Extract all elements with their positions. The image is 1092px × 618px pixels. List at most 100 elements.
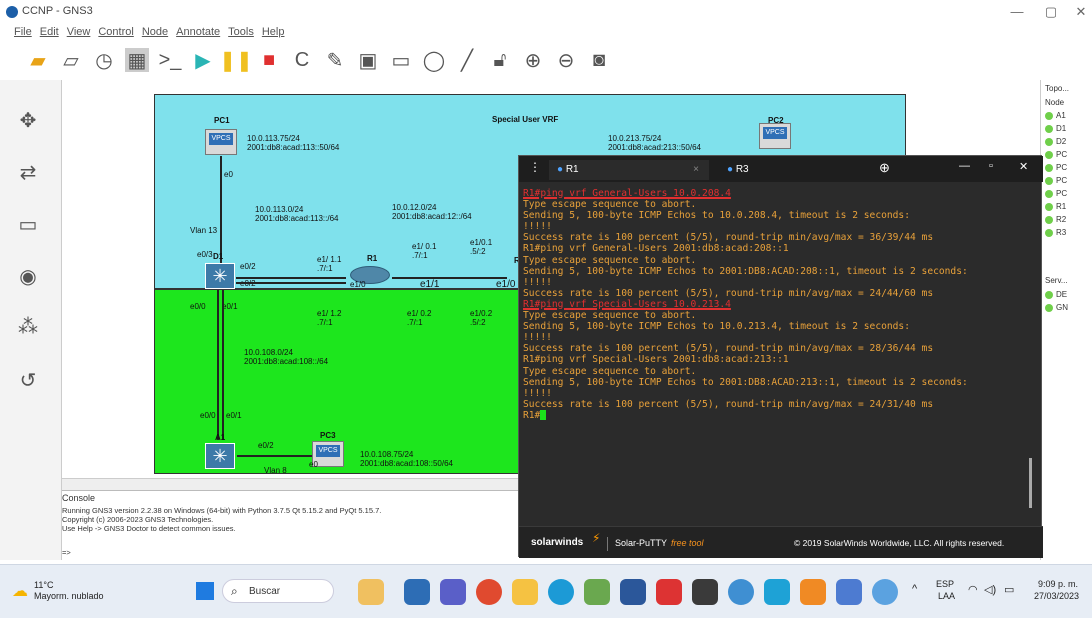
switches-icon[interactable]: ⇄ bbox=[10, 154, 46, 190]
pc1-ipv6: 2001:db8:acad:113::50/64 bbox=[247, 143, 340, 152]
app-icon-widgets[interactable] bbox=[358, 579, 384, 605]
menu-help[interactable]: Help bbox=[262, 26, 285, 38]
app-icon-chrome[interactable] bbox=[476, 579, 502, 605]
language-indicator[interactable]: ESP bbox=[936, 579, 954, 589]
topology-node-item[interactable]: R1 bbox=[1045, 202, 1066, 211]
link-d1-r1 bbox=[236, 277, 346, 279]
vpcs-label: VPCS bbox=[763, 127, 787, 139]
folder-icon[interactable]: ▱ bbox=[59, 48, 83, 72]
topology-node-item[interactable]: R3 bbox=[1045, 228, 1066, 237]
pc1-name: PC1 bbox=[214, 116, 230, 125]
d1-switch-node[interactable]: ✳ bbox=[205, 263, 235, 289]
zoom-out-icon[interactable]: ⊖ bbox=[554, 48, 578, 72]
start-windows-icon[interactable] bbox=[196, 582, 214, 600]
close-tab-icon[interactable]: × bbox=[693, 160, 699, 180]
tab-r1[interactable]: ● R1 × bbox=[549, 160, 709, 180]
grid-icon[interactable]: ▦ bbox=[125, 48, 149, 72]
tab-r3[interactable]: ● R3 bbox=[719, 160, 874, 180]
battery-icon[interactable]: ▭ bbox=[1004, 583, 1014, 596]
play-icon[interactable]: ▶ bbox=[191, 48, 215, 72]
menu-tools[interactable]: Tools bbox=[228, 26, 254, 38]
topology-node-item[interactable]: PC bbox=[1045, 163, 1067, 172]
menu-node[interactable]: Node bbox=[142, 26, 168, 38]
terminal-output[interactable]: R1#ping vrf General-Users 10.0.208.4 Type… bbox=[523, 188, 1023, 518]
app-icon-terminal[interactable] bbox=[692, 579, 718, 605]
app-icon-pdf[interactable] bbox=[656, 579, 682, 605]
terminal-line: Sending 5, 100-byte ICMP Echos to 2001:D… bbox=[523, 265, 968, 277]
clock-icon[interactable]: ◷ bbox=[92, 48, 116, 72]
menu-view[interactable]: View bbox=[67, 26, 91, 38]
lock-icon[interactable]: 🔓︎ bbox=[488, 48, 512, 72]
a1-name: A1 bbox=[215, 433, 226, 442]
app-icon-store[interactable] bbox=[584, 579, 610, 605]
wifi-icon[interactable]: ◠ bbox=[968, 583, 978, 596]
topology-node-item[interactable]: A1 bbox=[1045, 111, 1066, 120]
chevron-up-icon[interactable]: ^ bbox=[912, 583, 917, 595]
ellipse-icon[interactable]: ◯ bbox=[422, 48, 446, 72]
console-line: Copyright (c) 2006-2023 GNS3 Technologie… bbox=[62, 515, 214, 524]
pause-icon[interactable]: ❚❚ bbox=[219, 48, 253, 72]
r1-name: R1 bbox=[367, 254, 378, 263]
app-icon-taskview[interactable] bbox=[404, 579, 430, 605]
stop-icon[interactable]: ■ bbox=[257, 48, 281, 72]
maximize-button[interactable]: ▢ bbox=[1034, 2, 1068, 22]
security-devices-icon[interactable]: ◉ bbox=[10, 258, 46, 294]
open-folder-icon[interactable]: ▰ bbox=[26, 48, 50, 72]
topology-node-item[interactable]: D2 bbox=[1045, 137, 1066, 146]
server-item[interactable]: GN bbox=[1045, 303, 1068, 312]
menu-annotate[interactable]: Annotate bbox=[176, 26, 220, 38]
menu-control[interactable]: Control bbox=[98, 26, 133, 38]
topology-node-item[interactable]: PC bbox=[1045, 176, 1067, 185]
taskbar: ☁︎ 11°C Mayorm. nublado ⌕ Buscar ^ ESP L… bbox=[0, 564, 1092, 618]
free-tool-label: free tool bbox=[671, 538, 704, 548]
kebab-menu-icon[interactable]: ⋮ bbox=[529, 160, 541, 174]
clock-date[interactable]: 27/03/2023 bbox=[1034, 591, 1079, 601]
app-icon-network[interactable] bbox=[872, 579, 898, 605]
app-icon-vmware[interactable] bbox=[764, 579, 790, 605]
routers-icon[interactable]: ✥ bbox=[10, 102, 46, 138]
menu-edit[interactable]: Edit bbox=[40, 26, 59, 38]
reload-icon[interactable]: C bbox=[290, 48, 314, 72]
image-icon[interactable]: ▣ bbox=[356, 48, 380, 72]
search-box[interactable]: ⌕ Buscar bbox=[222, 579, 334, 603]
app-icon-solarputty[interactable] bbox=[800, 579, 826, 605]
topology-node-item[interactable]: D1 bbox=[1045, 124, 1066, 133]
weather-icon[interactable]: ☁︎ bbox=[12, 581, 28, 601]
server-item[interactable]: DE bbox=[1045, 290, 1067, 299]
a1-switch-node[interactable]: ✳ bbox=[205, 443, 235, 469]
close-button[interactable]: ✕ bbox=[1064, 2, 1092, 22]
putty-minimize-button[interactable]: — bbox=[959, 160, 970, 172]
topology-node-item[interactable]: R2 bbox=[1045, 215, 1066, 224]
console-prompt[interactable]: => bbox=[62, 548, 71, 557]
app-icon-word[interactable] bbox=[620, 579, 646, 605]
app-icon-gns3[interactable] bbox=[728, 579, 754, 605]
all-devices-icon[interactable]: ⁂ bbox=[10, 308, 46, 344]
putty-close-button[interactable]: ✕ bbox=[1019, 160, 1028, 173]
pc1-node[interactable]: VPCS bbox=[205, 129, 237, 155]
terminal-lines: R1#ping vrf General-Users 10.0.208.4 Type… bbox=[523, 188, 1023, 421]
topology-node-item[interactable]: PC bbox=[1045, 189, 1067, 198]
console-icon[interactable]: >_ bbox=[158, 48, 182, 72]
app-icon-photos[interactable] bbox=[836, 579, 862, 605]
pc2-node[interactable]: VPCS bbox=[759, 123, 791, 149]
rectangle-icon[interactable]: ▭ bbox=[389, 48, 413, 72]
menu-file[interactable]: File bbox=[14, 26, 32, 38]
app-icon-edge[interactable] bbox=[548, 579, 574, 605]
putty-maximize-button[interactable]: ▫ bbox=[989, 160, 993, 172]
app-icon-chat[interactable] bbox=[440, 579, 466, 605]
terminal-command-line: R1#ping vrf General-Users 10.0.208.4 bbox=[523, 188, 731, 199]
note-icon[interactable]: ✎ bbox=[323, 48, 347, 72]
add-tab-icon[interactable]: ⊕ bbox=[879, 160, 890, 176]
volume-icon[interactable]: ◁) bbox=[984, 583, 996, 596]
screenshot-icon[interactable]: ◙ bbox=[587, 48, 611, 72]
minimize-button[interactable]: — bbox=[1000, 2, 1034, 22]
putty-footer: solarwinds ⚡︎ Solar-PuTTY free tool © 20… bbox=[519, 526, 1043, 558]
clock-time[interactable]: 9:09 p. m. bbox=[1038, 579, 1078, 589]
end-devices-icon[interactable]: ▭ bbox=[10, 206, 46, 242]
line-icon[interactable]: ╱ bbox=[455, 48, 479, 72]
topology-node-item[interactable]: PC bbox=[1045, 150, 1067, 159]
terminal-scrollbar[interactable] bbox=[1029, 458, 1032, 508]
zoom-in-icon[interactable]: ⊕ bbox=[521, 48, 545, 72]
app-icon-explorer[interactable] bbox=[512, 579, 538, 605]
add-link-icon[interactable]: ↺ bbox=[10, 362, 46, 398]
